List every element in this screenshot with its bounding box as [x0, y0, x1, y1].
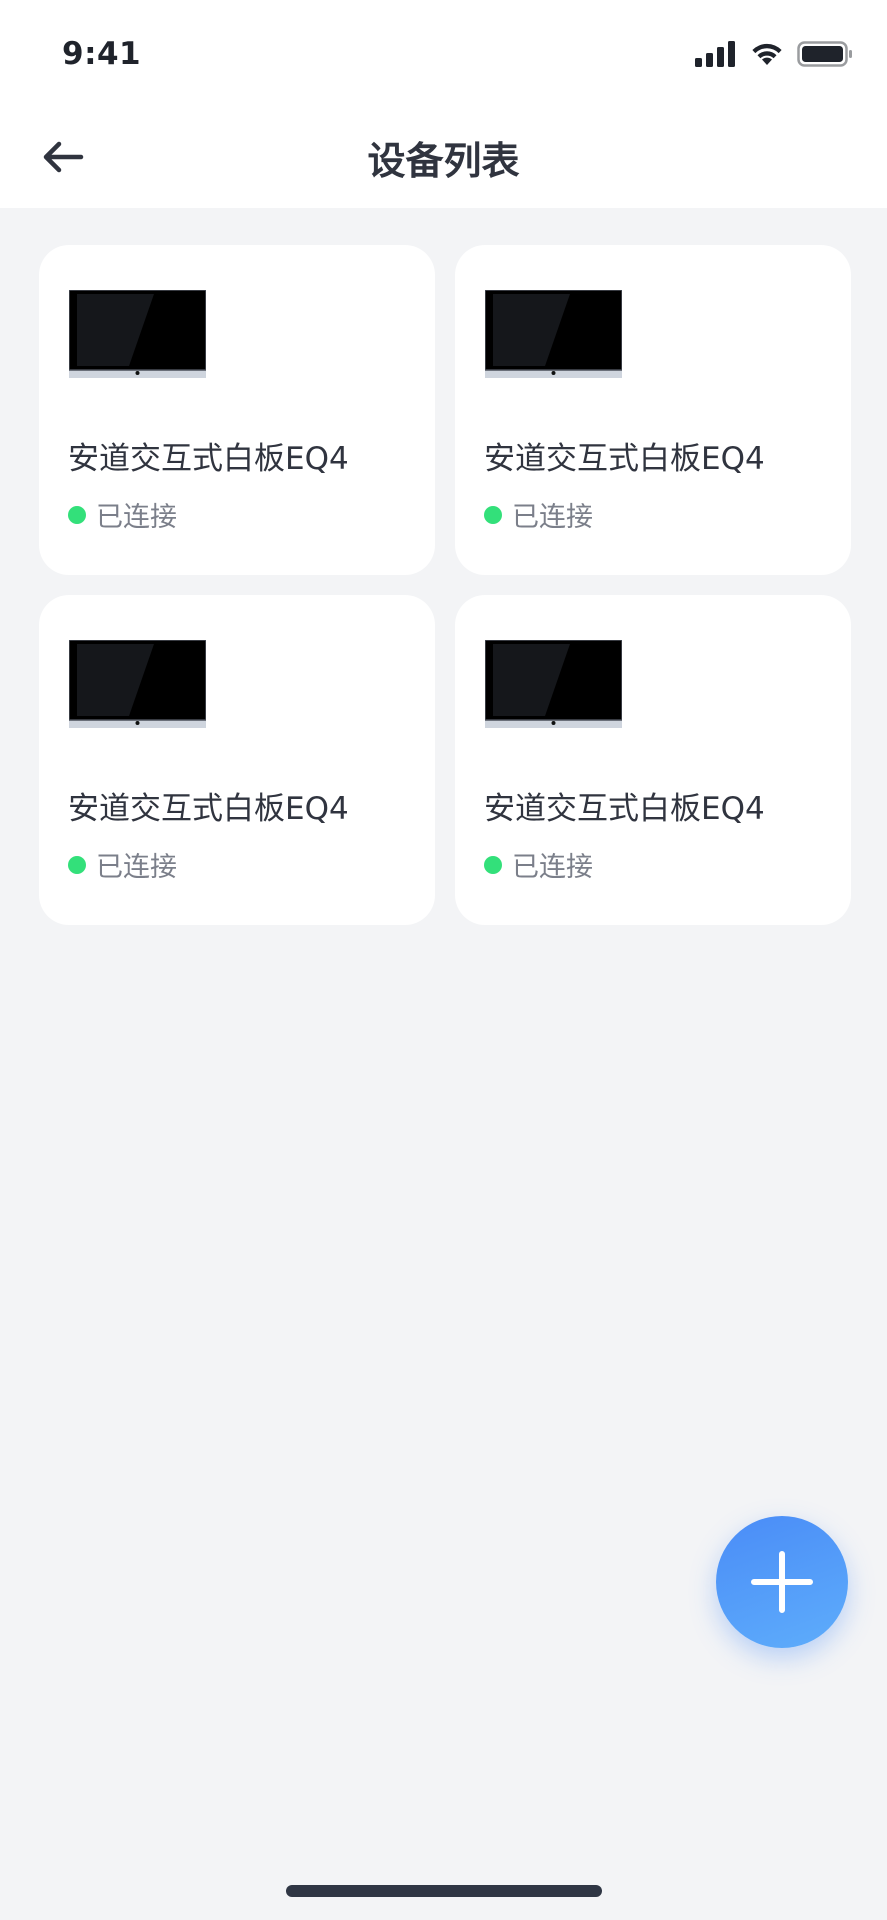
page-title: 设备列表	[367, 139, 520, 183]
device-name: 安道交互式白板EQ4	[484, 441, 765, 477]
device-card[interactable]: 安道交互式白板EQ4 已连接	[455, 595, 851, 925]
whiteboard-device-icon	[69, 640, 206, 728]
battery-icon	[797, 41, 852, 67]
connected-dot-icon	[68, 855, 86, 874]
device-card[interactable]: 安道交互式白板EQ4 已连接	[455, 245, 851, 575]
connected-dot-icon	[484, 855, 502, 874]
device-name: 安道交互式白板EQ4	[68, 441, 349, 477]
add-device-button[interactable]	[716, 1516, 848, 1648]
device-status: 已连接	[484, 495, 593, 534]
connected-dot-icon	[68, 505, 86, 524]
nav-bar: 设备列表	[0, 100, 887, 208]
status-text: 已连接	[512, 502, 593, 533]
device-status: 已连接	[68, 845, 177, 884]
plus-icon	[751, 1551, 813, 1613]
whiteboard-device-icon	[485, 640, 622, 728]
whiteboard-device-icon	[69, 290, 206, 378]
device-card[interactable]: 安道交互式白板EQ4 已连接	[39, 595, 435, 925]
status-icons	[695, 38, 853, 70]
device-status: 已连接	[68, 495, 177, 534]
device-card[interactable]: 安道交互式白板EQ4 已连接	[39, 245, 435, 575]
device-name: 安道交互式白板EQ4	[484, 791, 765, 827]
status-time: 9:41	[62, 36, 142, 72]
device-status: 已连接	[484, 845, 593, 884]
connected-dot-icon	[484, 505, 502, 524]
device-name: 安道交互式白板EQ4	[68, 791, 349, 827]
device-grid: 安道交互式白板EQ4 已连接 安道交互式白板EQ4 已连接 安道交互式白板EQ4	[39, 245, 851, 925]
cellular-signal-icon	[695, 41, 735, 67]
wifi-icon	[752, 43, 782, 65]
status-text: 已连接	[512, 852, 593, 883]
status-text: 已连接	[96, 502, 177, 533]
whiteboard-device-icon	[485, 290, 622, 378]
home-indicator	[286, 1885, 602, 1897]
status-bar: 9:41	[0, 0, 887, 100]
status-text: 已连接	[96, 852, 177, 883]
